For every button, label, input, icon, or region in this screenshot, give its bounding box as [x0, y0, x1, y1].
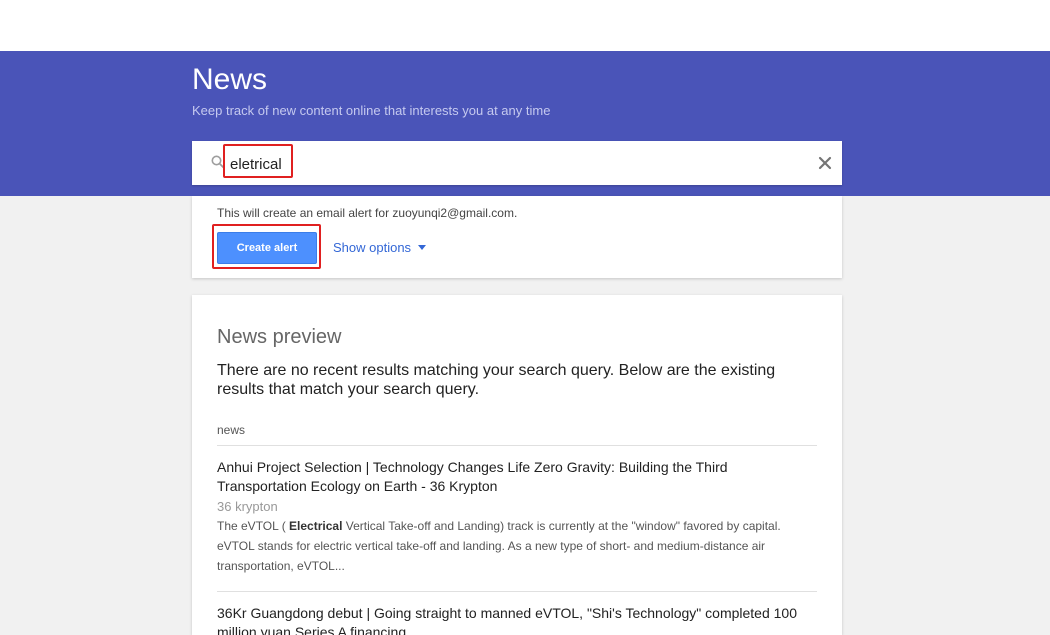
- result-source: 36 krypton: [217, 499, 278, 514]
- caret-down-icon: [418, 245, 427, 250]
- result-snippet: The eVTOL ( Electrical Vertical Take-off…: [217, 516, 817, 576]
- result-title[interactable]: Anhui Project Selection | Technology Cha…: [217, 458, 817, 496]
- divider: [217, 445, 817, 446]
- show-options-link[interactable]: Show options: [333, 240, 427, 255]
- alert-card: This will create an email alert for zuoy…: [192, 196, 842, 278]
- news-preview-card: News preview There are no recent results…: [192, 295, 842, 635]
- search-input[interactable]: [230, 153, 790, 175]
- result-item: 36Kr Guangdong debut | Going straight to…: [217, 604, 817, 635]
- section-label: news: [217, 423, 246, 437]
- page-title: News: [192, 63, 268, 96]
- create-alert-button[interactable]: Create alert: [217, 232, 317, 264]
- result-item: Anhui Project Selection | Technology Cha…: [217, 458, 817, 576]
- result-title[interactable]: 36Kr Guangdong debut | Going straight to…: [217, 604, 817, 635]
- page-subtitle: Keep track of new content online that in…: [192, 103, 551, 118]
- snippet-text: The eVTOL (: [217, 519, 290, 533]
- preview-message: There are no recent results matching you…: [217, 362, 776, 398]
- close-icon[interactable]: [816, 154, 834, 172]
- alert-info-text: This will create an email alert for zuoy…: [217, 206, 518, 220]
- snippet-highlight: Electrical: [289, 519, 343, 533]
- search-icon: [211, 155, 225, 169]
- top-bar: [0, 0, 1050, 51]
- divider: [217, 591, 817, 592]
- preview-title: News preview: [217, 326, 342, 348]
- show-options-label: Show options: [333, 240, 412, 255]
- search-box: [192, 141, 842, 185]
